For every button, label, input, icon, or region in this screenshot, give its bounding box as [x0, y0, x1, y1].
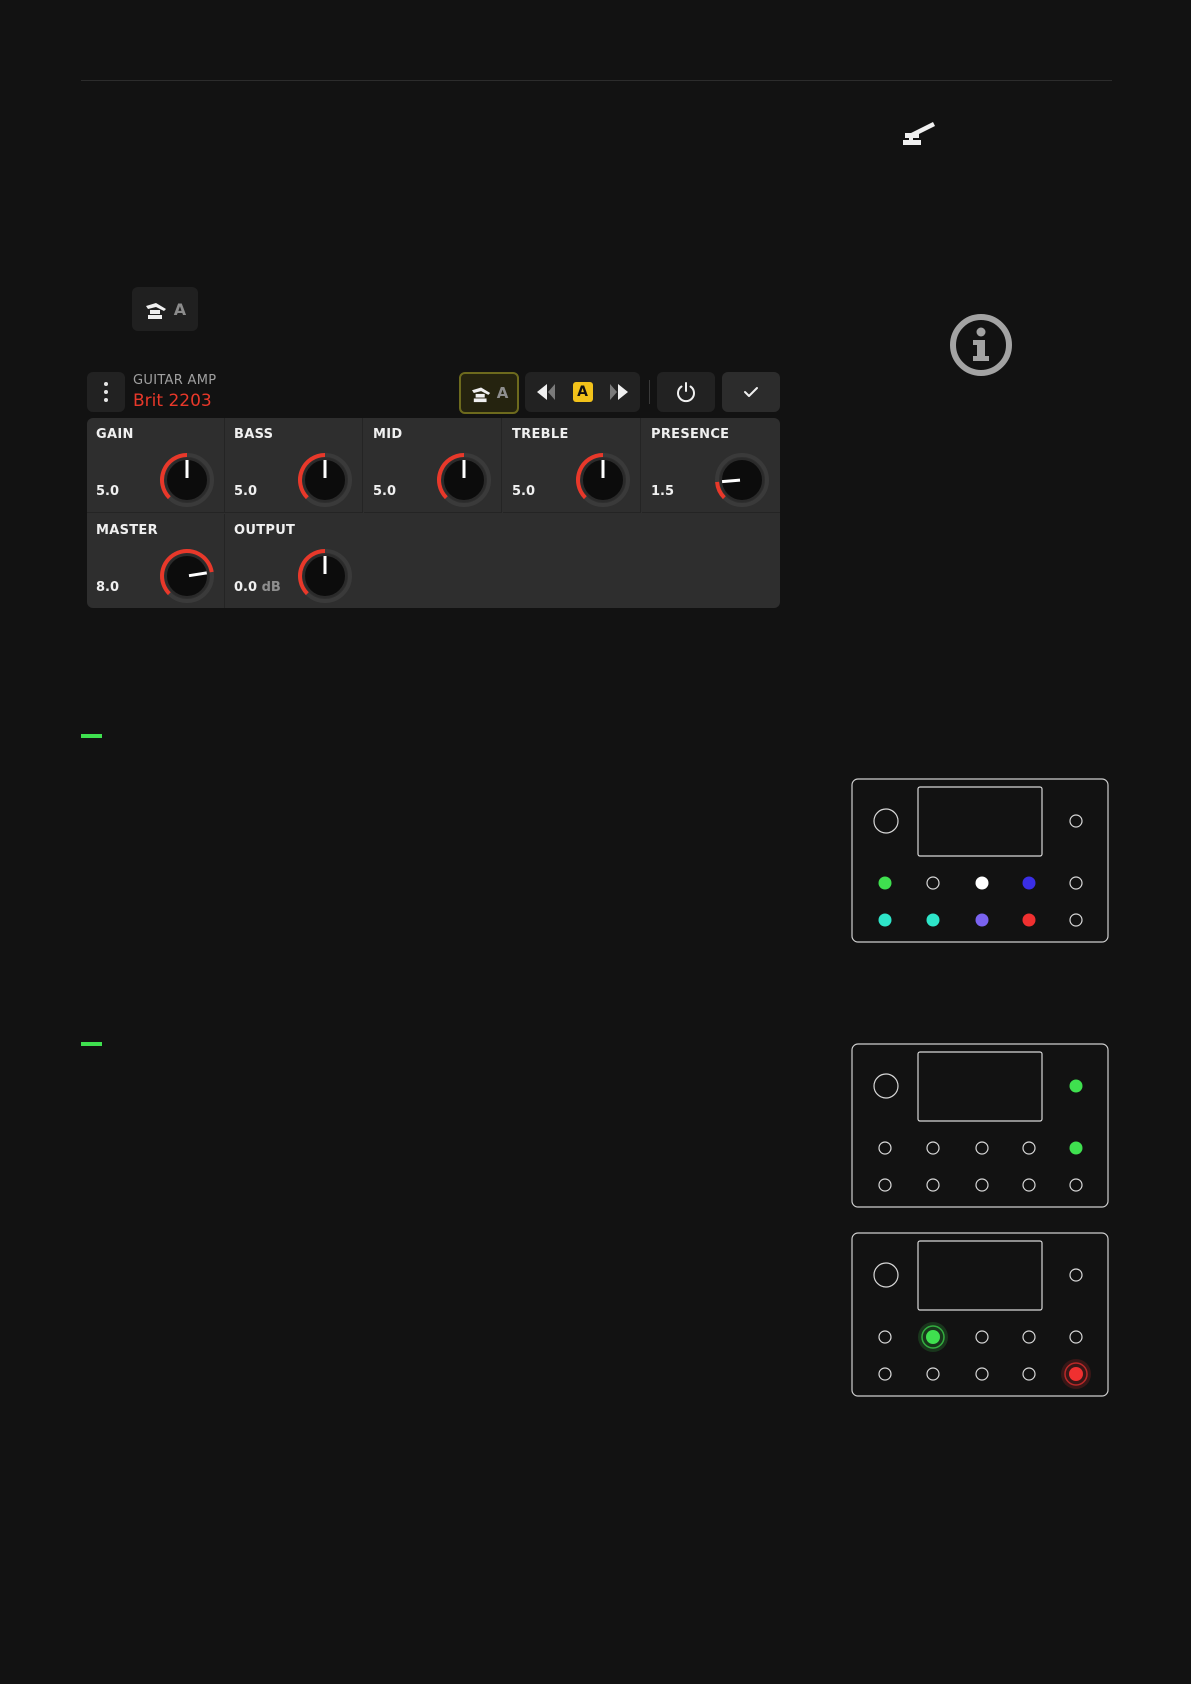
device-screen	[917, 786, 1043, 857]
knob-label: PRESENCE	[651, 427, 730, 442]
footswitch	[1022, 913, 1036, 927]
footswitch	[1069, 1330, 1083, 1344]
footswitch	[926, 913, 940, 927]
knob-cell-gain: GAIN 5.0	[87, 418, 225, 513]
amp-parameter-panel: GAIN 5.0 BASS 5.0 MID 5.0 TREBLE 5.0 PRE…	[87, 418, 780, 608]
knob-label: OUTPUT	[234, 523, 296, 538]
main-knob	[873, 1073, 899, 1099]
triangle-right-icon[interactable]	[608, 382, 630, 402]
footswitch	[878, 1141, 892, 1155]
footswitch	[878, 876, 892, 890]
device-screen	[917, 1051, 1043, 1122]
power-button[interactable]	[657, 372, 715, 412]
expression-pedal-icon	[471, 387, 490, 403]
amp-model-name[interactable]: Brit 2203	[133, 391, 212, 411]
amp-block-header: GUITAR AMP Brit 2203 A A	[87, 372, 780, 414]
knob-value: 5.0	[373, 484, 397, 499]
footswitch	[1022, 1367, 1036, 1381]
footswitch	[1022, 1330, 1036, 1344]
exp-letter: A	[496, 384, 509, 402]
knob-body	[165, 554, 209, 598]
knob-value: 5.0	[512, 484, 536, 499]
knob-cell-presence: PRESENCE 1.5	[642, 418, 780, 513]
footswitch	[926, 876, 940, 890]
treble-knob[interactable]	[575, 452, 631, 508]
top-right-switch	[1069, 1079, 1083, 1093]
footswitch	[878, 1330, 892, 1344]
knob-cell-treble: TREBLE 5.0	[503, 418, 641, 513]
snapshot-badge: A	[572, 382, 593, 402]
power-icon	[677, 382, 695, 403]
footswitch	[1022, 876, 1036, 890]
footswitch	[1069, 913, 1083, 927]
master-knob[interactable]	[159, 548, 215, 604]
footswitch	[975, 1178, 989, 1192]
knob-label: MID	[373, 427, 403, 442]
knob-value: 1.5	[651, 484, 675, 499]
section-marker	[81, 1042, 102, 1046]
vertical-dots-icon	[104, 382, 108, 402]
knob-value: 5.0	[96, 484, 120, 499]
block-type-label: GUITAR AMP	[133, 373, 217, 388]
footswitch	[1061, 1359, 1091, 1389]
knob-label: MASTER	[96, 523, 158, 538]
footswitch	[975, 1141, 989, 1155]
header-divider	[649, 380, 650, 404]
footswitch	[1022, 1178, 1036, 1192]
footswitch	[1069, 1141, 1083, 1155]
knob-unit: dB	[261, 580, 281, 595]
knob-value: 0.0 dB	[234, 580, 281, 595]
block-menu-button[interactable]	[87, 372, 125, 412]
confirm-button[interactable]	[722, 372, 780, 412]
footswitch	[975, 876, 989, 890]
expression-pedal-icon	[145, 303, 166, 319]
mid-knob[interactable]	[436, 452, 492, 508]
top-divider	[81, 80, 1112, 81]
footswitch	[975, 1367, 989, 1381]
main-knob	[873, 1262, 899, 1288]
device-diagram	[851, 1043, 1109, 1208]
presence-knob[interactable]	[714, 452, 770, 508]
footswitch	[878, 1178, 892, 1192]
device-diagram	[851, 1232, 1109, 1397]
device-diagram	[851, 778, 1109, 943]
top-right-switch	[1069, 1268, 1083, 1282]
snapshot-nav: A	[525, 372, 640, 412]
knob-label: GAIN	[96, 427, 134, 442]
knob-cell-mid: MID 5.0	[364, 418, 502, 513]
device-screen	[917, 1240, 1043, 1311]
footswitch	[926, 1141, 940, 1155]
expression-pedal-a-button[interactable]: A	[132, 287, 198, 331]
knob-label: BASS	[234, 427, 274, 442]
footswitch	[926, 1178, 940, 1192]
knob-value: 5.0	[234, 484, 258, 499]
knob-cell-bass: BASS 5.0	[225, 418, 363, 513]
footswitch	[1069, 1178, 1083, 1192]
triangle-left-icon[interactable]	[535, 382, 557, 402]
footswitch	[975, 1330, 989, 1344]
footswitch	[1069, 876, 1083, 890]
footswitch	[918, 1322, 948, 1352]
gain-knob[interactable]	[159, 452, 215, 508]
output-knob[interactable]	[297, 548, 353, 604]
expression-assign-button[interactable]: A	[459, 372, 519, 414]
footswitch	[926, 1367, 940, 1381]
top-right-switch	[1069, 814, 1083, 828]
main-knob	[873, 808, 899, 834]
knob-value: 8.0	[96, 580, 120, 595]
knob-cell-output: OUTPUT 0.0 dB	[225, 514, 363, 608]
footswitch	[1022, 1141, 1036, 1155]
info-circle-icon	[950, 314, 1012, 376]
knob-label: TREBLE	[512, 427, 569, 442]
knob-pointer	[721, 478, 741, 484]
footswitch	[975, 913, 989, 927]
expression-pedal-icon	[903, 122, 935, 145]
button-letter: A	[173, 299, 187, 319]
check-icon	[744, 387, 758, 397]
bass-knob[interactable]	[297, 452, 353, 508]
footswitch	[878, 913, 892, 927]
knob-cell-master: MASTER 8.0	[87, 514, 225, 608]
section-marker	[81, 734, 102, 738]
footswitch	[878, 1367, 892, 1381]
